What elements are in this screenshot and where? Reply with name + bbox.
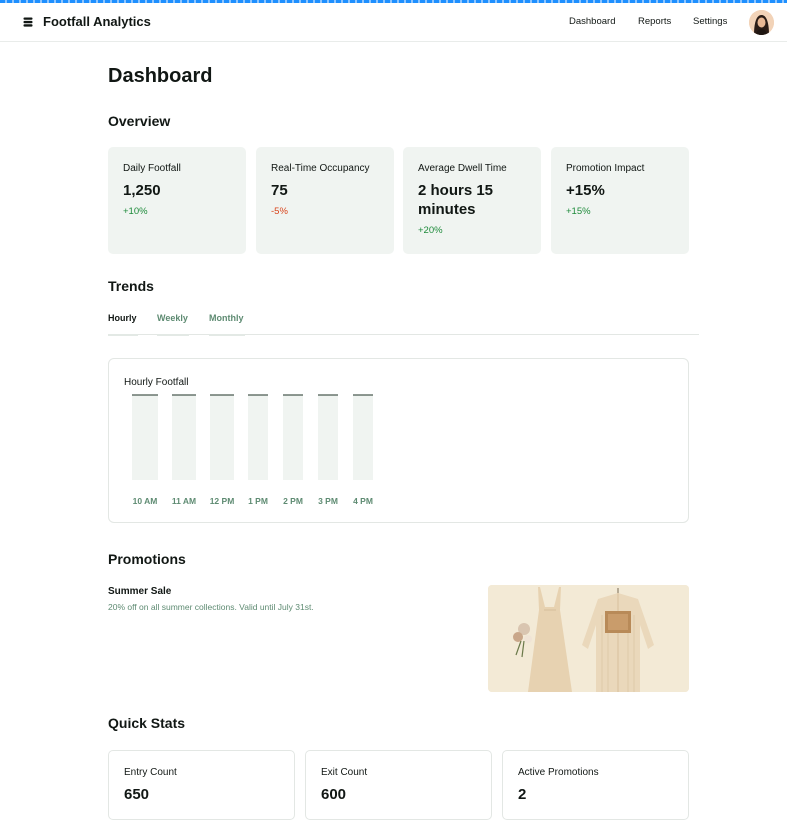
tab-monthly[interactable]: Monthly [209, 313, 245, 336]
stat-label: Entry Count [124, 767, 177, 778]
stat-value: 75 [271, 182, 288, 199]
chart-x-tick-label: 4 PM [353, 496, 373, 506]
quick-stat-entry-count: Entry Count 650 [108, 750, 295, 820]
promotion-description: 20% off on all summer collections. Valid… [108, 602, 314, 612]
stat-label: Real-Time Occupancy [271, 163, 370, 174]
hourly-footfall-chart: Hourly Footfall 10 AM 11 AM 12 PM 1 PM 2 PM 3… [108, 358, 689, 523]
stat-label: Exit Count [321, 767, 368, 778]
nav-settings[interactable]: Settings [693, 16, 727, 27]
chart-x-tick-label: 3 PM [318, 496, 338, 506]
stat-label: Daily Footfall [123, 163, 181, 174]
stat-card-daily-footfall: Daily Footfall 1,250 +10% [108, 147, 246, 254]
quick-stat-active-promotions: Active Promotions 2 [502, 750, 689, 820]
nav-dashboard[interactable]: Dashboard [569, 16, 615, 27]
stat-value: 650 [124, 786, 150, 803]
quick-stats-heading: Quick Stats [108, 715, 186, 731]
stack-icon[interactable] [23, 17, 33, 27]
stat-card-dwell-time: Average Dwell Time 2 hours 15 minutes +2… [403, 147, 541, 254]
tab-label: Weekly [157, 313, 188, 323]
user-avatar-icon [749, 10, 774, 35]
stat-delta: -5% [271, 206, 288, 217]
tab-label: Hourly [108, 313, 137, 323]
chart-x-tick-label: 12 PM [210, 496, 235, 506]
stat-delta: +20% [418, 225, 443, 236]
page-title: Dashboard [108, 65, 213, 87]
chart-bar [210, 395, 234, 480]
chart-bar [248, 395, 268, 480]
chart-x-tick-label: 2 PM [283, 496, 303, 506]
chart-x-tick-label: 11 AM [172, 496, 196, 506]
stat-card-occupancy: Real-Time Occupancy 75 -5% [256, 147, 394, 254]
chart-bar [132, 395, 158, 480]
stat-delta: +15% [566, 206, 591, 217]
stat-value: 1,250 [123, 182, 161, 199]
chart-bar [283, 395, 303, 480]
stat-value: 2 [518, 786, 527, 803]
bar-chart: 10 AM 11 AM 12 PM 1 PM 2 PM 3 PM 4 PM [132, 394, 373, 506]
chart-bar [172, 395, 196, 480]
tab-hourly[interactable]: Hourly [108, 313, 138, 336]
stat-label: Average Dwell Time [418, 163, 507, 174]
stat-label: Active Promotions [518, 767, 599, 778]
overview-heading: Overview [108, 113, 171, 129]
stat-value: 2 hours 15 minutes [418, 182, 494, 218]
tab-label: Monthly [209, 313, 244, 323]
promotion-name: Summer Sale [108, 586, 172, 597]
stat-value: 600 [321, 786, 347, 803]
chart-x-tick-label: 1 PM [248, 496, 268, 506]
tab-weekly[interactable]: Weekly [157, 313, 189, 336]
trends-tabs: Hourly Weekly Monthly [108, 313, 699, 336]
promotion-image[interactable] [488, 585, 689, 692]
app-title[interactable]: Footfall Analytics [43, 14, 151, 29]
top-navbar: Footfall Analytics Dashboard Reports Set… [0, 3, 787, 42]
stat-value: +15% [566, 182, 605, 199]
promotions-heading: Promotions [108, 551, 186, 567]
stat-card-promotion-impact: Promotion Impact +15% +15% [551, 147, 689, 254]
chart-bar [353, 395, 373, 480]
chart-x-tick-label: 10 AM [133, 496, 158, 506]
stat-label: Promotion Impact [566, 163, 645, 174]
stat-delta: +10% [123, 206, 148, 217]
chart-bar [318, 395, 338, 480]
avatar[interactable] [749, 10, 774, 35]
nav-reports[interactable]: Reports [638, 16, 671, 27]
promotion-apparel-image [488, 585, 689, 692]
quick-stat-exit-count: Exit Count 600 [305, 750, 492, 820]
trends-heading: Trends [108, 278, 154, 294]
